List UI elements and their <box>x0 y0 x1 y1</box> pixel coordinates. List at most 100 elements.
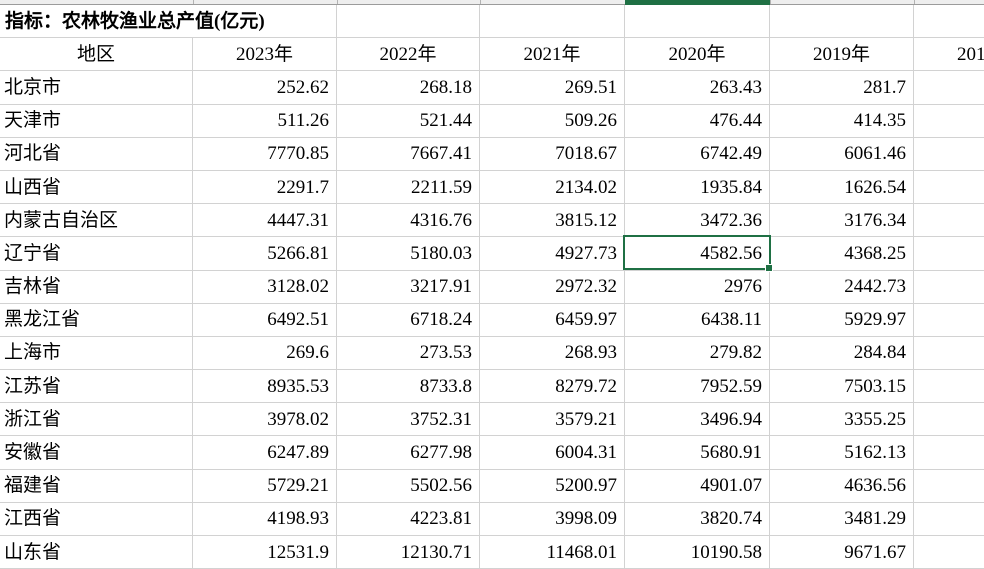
header-cell-2021[interactable]: 2021年 <box>480 38 625 72</box>
value-cell[interactable]: 3481.29 <box>770 502 914 536</box>
value-cell[interactable]: 3355.25 <box>770 403 914 437</box>
value-cell[interactable] <box>914 270 984 304</box>
value-cell[interactable]: 3998.09 <box>480 502 625 536</box>
value-cell[interactable]: 5680.91 <box>625 436 770 470</box>
region-cell[interactable]: 江西省 <box>0 502 193 536</box>
value-cell[interactable]: 3978.02 <box>193 403 337 437</box>
region-cell[interactable]: 黑龙江省 <box>0 303 193 337</box>
value-cell[interactable]: 268.93 <box>480 336 625 371</box>
value-cell[interactable]: 3820.74 <box>625 502 770 536</box>
value-cell[interactable]: 4901.07 <box>625 469 770 503</box>
value-cell[interactable]: 414.35 <box>770 104 914 138</box>
value-cell[interactable]: 5200.97 <box>480 469 625 503</box>
value-cell[interactable]: 511.26 <box>193 104 337 138</box>
value-cell[interactable]: 7770.85 <box>193 137 337 171</box>
value-cell[interactable]: 476.44 <box>625 104 770 138</box>
value-cell[interactable]: 1935.84 <box>625 170 770 205</box>
value-cell[interactable]: 5180.03 <box>337 237 480 271</box>
header-cell-2020[interactable]: 2020年 <box>625 38 770 72</box>
fill-handle[interactable] <box>765 264 773 272</box>
header-cell-2022[interactable]: 2022年 <box>337 38 480 72</box>
value-cell[interactable]: 6718.24 <box>337 303 480 337</box>
value-cell[interactable]: 12130.71 <box>337 536 480 569</box>
value-cell[interactable]: 5929.97 <box>770 303 914 337</box>
value-cell[interactable]: 6277.98 <box>337 436 480 470</box>
value-cell[interactable]: 279.82 <box>625 336 770 371</box>
value-cell[interactable]: 8733.8 <box>337 370 480 404</box>
header-cell-2018[interactable]: 2018年 <box>914 38 984 72</box>
value-cell[interactable] <box>914 104 984 138</box>
value-cell[interactable]: 273.53 <box>337 336 480 371</box>
value-cell[interactable]: 3496.94 <box>625 403 770 437</box>
value-cell[interactable]: 6004.31 <box>480 436 625 470</box>
value-cell[interactable]: 3579.21 <box>480 403 625 437</box>
value-cell[interactable]: 9671.67 <box>770 536 914 569</box>
value-cell[interactable]: 268.18 <box>337 71 480 105</box>
value-cell[interactable]: 4636.56 <box>770 469 914 503</box>
region-cell[interactable]: 山东省 <box>0 536 193 569</box>
value-cell[interactable]: 4316.76 <box>337 204 480 238</box>
value-cell[interactable]: 6492.51 <box>193 303 337 337</box>
value-cell[interactable]: 6742.49 <box>625 137 770 171</box>
region-cell[interactable]: 福建省 <box>0 469 193 503</box>
value-cell[interactable]: 2211.59 <box>337 170 480 205</box>
value-cell[interactable]: 6061.46 <box>770 137 914 171</box>
value-cell[interactable]: 7952.59 <box>625 370 770 404</box>
value-cell[interactable]: 7667.41 <box>337 137 480 171</box>
value-cell[interactable]: 509.26 <box>480 104 625 138</box>
value-cell[interactable]: 8935.53 <box>193 370 337 404</box>
value-cell[interactable]: 263.43 <box>625 71 770 105</box>
header-cell-2023[interactable]: 2023年 <box>193 38 337 72</box>
value-cell[interactable]: 4198.93 <box>193 502 337 536</box>
value-cell[interactable] <box>914 303 984 337</box>
value-cell[interactable] <box>914 170 984 205</box>
value-cell[interactable]: 4927.73 <box>480 237 625 271</box>
value-cell[interactable]: 3176.34 <box>770 204 914 238</box>
region-cell[interactable]: 河北省 <box>0 137 193 171</box>
empty-cell[interactable] <box>914 5 984 39</box>
value-cell[interactable]: 2291.7 <box>193 170 337 205</box>
empty-cell[interactable] <box>337 5 480 39</box>
value-cell[interactable]: 3752.31 <box>337 403 480 437</box>
empty-cell[interactable] <box>770 5 914 39</box>
region-cell[interactable]: 吉林省 <box>0 270 193 304</box>
value-cell[interactable]: 5266.81 <box>193 237 337 271</box>
value-cell[interactable] <box>914 137 984 171</box>
value-cell[interactable]: 1626.54 <box>770 170 914 205</box>
value-cell[interactable] <box>914 536 984 569</box>
value-cell[interactable]: 521.44 <box>337 104 480 138</box>
value-cell[interactable]: 269.6 <box>193 336 337 371</box>
value-cell[interactable]: 11468.01 <box>480 536 625 569</box>
value-cell[interactable] <box>914 502 984 536</box>
region-cell[interactable]: 安徽省 <box>0 436 193 470</box>
value-cell[interactable]: 281.7 <box>770 71 914 105</box>
value-cell[interactable]: 5502.56 <box>337 469 480 503</box>
value-cell[interactable]: 3217.91 <box>337 270 480 304</box>
region-cell[interactable]: 江苏省 <box>0 370 193 404</box>
region-cell[interactable]: 山西省 <box>0 170 193 205</box>
value-cell[interactable]: 3815.12 <box>480 204 625 238</box>
value-cell[interactable]: 6247.89 <box>193 436 337 470</box>
value-cell[interactable]: 5162.13 <box>770 436 914 470</box>
region-cell[interactable]: 天津市 <box>0 104 193 138</box>
indicator-title-cell[interactable]: 指标：农林牧渔业总产值(亿元) <box>0 5 337 39</box>
region-cell[interactable]: 北京市 <box>0 71 193 105</box>
region-cell[interactable]: 内蒙古自治区 <box>0 204 193 238</box>
value-cell[interactable]: 7503.15 <box>770 370 914 404</box>
value-cell[interactable] <box>914 436 984 470</box>
value-cell[interactable]: 3128.02 <box>193 270 337 304</box>
value-cell[interactable] <box>914 71 984 105</box>
value-cell[interactable]: 4582.56 <box>625 237 770 271</box>
region-cell[interactable]: 辽宁省 <box>0 237 193 271</box>
value-cell[interactable]: 12531.9 <box>193 536 337 569</box>
value-cell[interactable]: 5729.21 <box>193 469 337 503</box>
value-cell[interactable]: 6459.97 <box>480 303 625 337</box>
value-cell[interactable]: 2972.32 <box>480 270 625 304</box>
value-cell[interactable]: 4368.25 <box>770 237 914 271</box>
value-cell[interactable]: 7018.67 <box>480 137 625 171</box>
value-cell[interactable]: 2134.02 <box>480 170 625 205</box>
value-cell[interactable]: 2442.73 <box>770 270 914 304</box>
value-cell[interactable]: 252.62 <box>193 71 337 105</box>
value-cell[interactable] <box>914 469 984 503</box>
value-cell[interactable]: 269.51 <box>480 71 625 105</box>
